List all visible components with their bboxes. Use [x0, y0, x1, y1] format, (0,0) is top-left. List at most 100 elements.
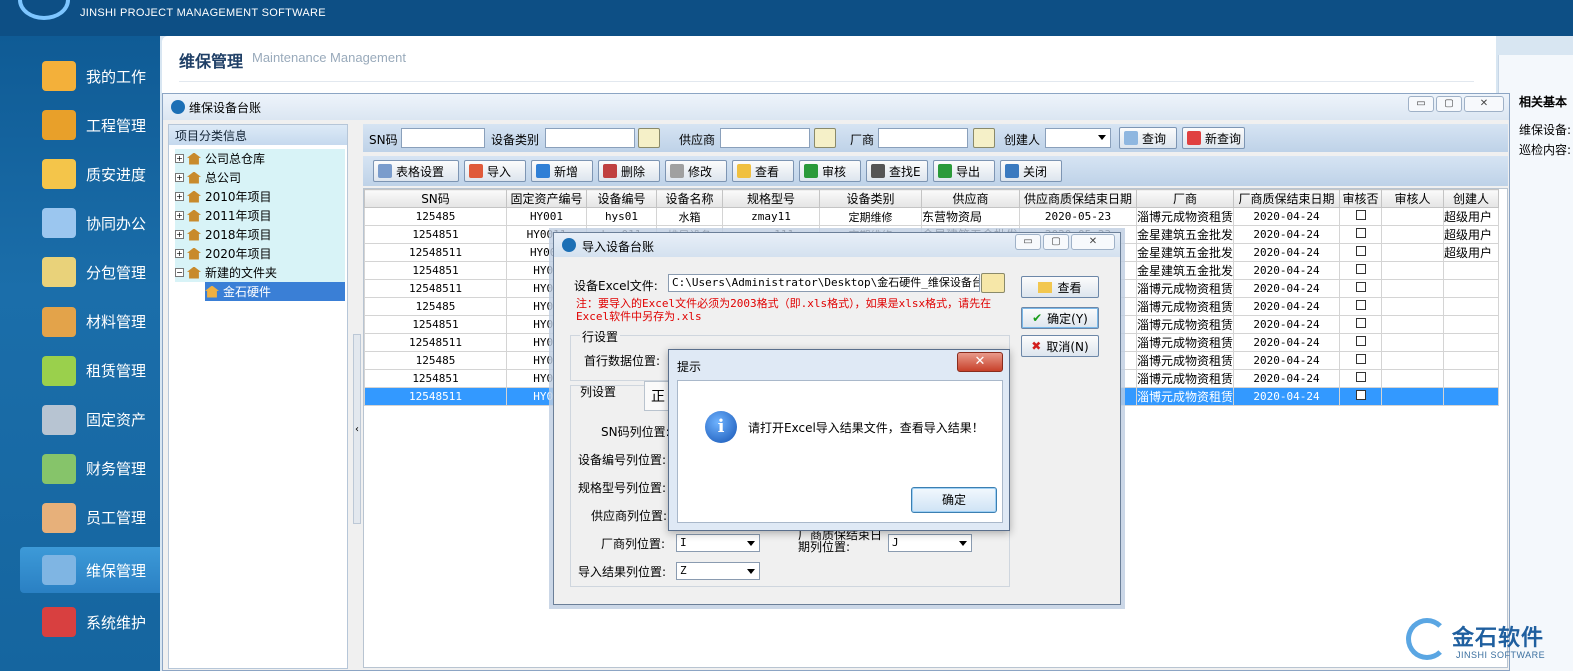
house-icon: [187, 266, 201, 279]
nav-item-6[interactable]: 租赁管理: [0, 348, 160, 394]
column-header[interactable]: 审核人: [1381, 189, 1445, 208]
nav-item-0[interactable]: 我的工作: [0, 53, 160, 99]
tree-node[interactable]: +2011年项目: [175, 206, 345, 225]
maker-picker-icon[interactable]: [973, 128, 995, 148]
column-header[interactable]: 厂商: [1135, 189, 1235, 208]
creator-select[interactable]: [1045, 128, 1111, 148]
expand-icon[interactable]: +: [175, 154, 184, 163]
column-header[interactable]: 设备编号: [586, 189, 657, 208]
tree-node[interactable]: 金石硬件: [205, 282, 345, 301]
expand-icon[interactable]: +: [175, 192, 184, 201]
maximize-button[interactable]: ▢: [1436, 96, 1462, 112]
message-ok-button[interactable]: 确定: [911, 487, 997, 513]
column-header[interactable]: 设备名称: [656, 189, 723, 208]
nav-item-11[interactable]: 系统维护: [0, 599, 160, 645]
minimize-button[interactable]: ▭: [1408, 96, 1434, 112]
maker-end-col-select[interactable]: J: [888, 534, 972, 552]
type-picker-icon[interactable]: [638, 128, 660, 148]
toolbar-button-8[interactable]: 导出: [933, 160, 995, 182]
sn-input[interactable]: [401, 128, 485, 148]
message-close-button[interactable]: ✕: [957, 352, 1003, 372]
table-row[interactable]: 125485 HY001 hys01 水箱 zmay11 定期维修 东营物资局 2020-05…: [364, 207, 1500, 226]
tree-node[interactable]: − 新建的文件夹: [175, 263, 345, 282]
approved-checkbox[interactable]: [1355, 336, 1366, 346]
nav-item-5[interactable]: 材料管理: [0, 299, 160, 345]
maker-col-select[interactable]: I: [676, 534, 760, 552]
approved-checkbox[interactable]: [1355, 300, 1366, 310]
nav-item-10[interactable]: 维保管理: [20, 547, 160, 593]
info-icon: i: [705, 411, 737, 443]
expand-icon[interactable]: +: [175, 173, 184, 182]
tree-node[interactable]: +2018年项目: [175, 225, 345, 244]
divider: [179, 81, 1474, 82]
column-header[interactable]: 厂商质保结束日期: [1233, 189, 1341, 208]
toolbar-button-4[interactable]: 修改: [665, 160, 727, 182]
column-header[interactable]: 供应商质保结束日期: [1019, 189, 1137, 208]
message-box: 提示 ✕ i 请打开Excel导入结果文件，查看导入结果！ 确定: [668, 349, 1010, 531]
approved-checkbox[interactable]: [1355, 264, 1366, 274]
import-dialog-titlebar[interactable]: 导入设备台账 ▭ ▢ ✕: [554, 233, 1120, 257]
toolbar-button-9[interactable]: 关闭: [1000, 160, 1062, 182]
table-cell: 淄博元成物资租赁: [1135, 315, 1235, 334]
open-folder-icon[interactable]: [981, 273, 1005, 293]
dialog-close-button[interactable]: ✕: [1071, 234, 1115, 250]
type-input[interactable]: [545, 128, 635, 148]
excel-file-input[interactable]: C:\Users\Administrator\Desktop\金石硬件_维保设备…: [668, 274, 980, 292]
nav-item-7[interactable]: 固定资产: [0, 397, 160, 443]
toolbar-button-6[interactable]: 审核: [799, 160, 861, 182]
tree-node[interactable]: +2020年项目: [175, 244, 345, 263]
nav-item-2[interactable]: 质安进度: [0, 151, 160, 197]
new-query-button[interactable]: 新查询: [1182, 127, 1245, 149]
nav-item-3[interactable]: 协同办公: [0, 200, 160, 246]
collapse-icon[interactable]: −: [175, 268, 184, 277]
tree-node[interactable]: + 总公司: [175, 168, 345, 187]
tree-node[interactable]: +2010年项目: [175, 187, 345, 206]
supplier-input[interactable]: [720, 128, 810, 148]
query-button[interactable]: 查询: [1119, 127, 1177, 149]
toolbar-button-3[interactable]: 删除: [598, 160, 660, 182]
creator-label: 创建人: [1004, 133, 1041, 147]
nav-item-4[interactable]: 分包管理: [0, 249, 160, 295]
dialog-minimize-button[interactable]: ▭: [1015, 234, 1041, 250]
cancel-button[interactable]: ✖ 取消(N): [1021, 335, 1099, 357]
supplier-picker-icon[interactable]: [814, 128, 836, 148]
toolbar-button-1[interactable]: 导入: [464, 160, 526, 182]
nav-item-9[interactable]: 员工管理: [0, 495, 160, 541]
view-button[interactable]: 查看: [1021, 276, 1099, 298]
close-button[interactable]: ✕: [1464, 96, 1504, 112]
approved-checkbox[interactable]: [1355, 282, 1366, 292]
result-col-select[interactable]: Z: [676, 562, 760, 580]
approved-checkbox[interactable]: [1355, 228, 1366, 238]
column-header[interactable]: 创建人: [1443, 189, 1500, 208]
table-cell: [1443, 333, 1500, 352]
column-header[interactable]: 审核否: [1339, 189, 1383, 208]
toolbar-button-5[interactable]: 查看: [732, 160, 794, 182]
column-header[interactable]: 固定资产编号: [506, 189, 587, 208]
approved-checkbox[interactable]: [1355, 246, 1366, 256]
expand-icon[interactable]: +: [175, 230, 184, 239]
dialog-maximize-button[interactable]: ▢: [1043, 234, 1069, 250]
toolbar-button-0[interactable]: 表格设置: [373, 160, 459, 182]
toolbar-button-7[interactable]: 查找E: [866, 160, 928, 182]
nav-item-8[interactable]: 财务管理: [0, 446, 160, 492]
approved-checkbox[interactable]: [1355, 354, 1366, 364]
approved-checkbox[interactable]: [1355, 390, 1366, 400]
nav-item-1[interactable]: 工程管理: [0, 102, 160, 148]
column-header[interactable]: 设备类别: [819, 189, 922, 208]
window-titlebar[interactable]: 维保设备台账 ▭ ▢ ✕: [163, 94, 1509, 120]
approved-checkbox[interactable]: [1355, 372, 1366, 382]
approved-checkbox[interactable]: [1355, 318, 1366, 328]
toolbar-button-2[interactable]: 新增: [531, 160, 593, 182]
approved-checkbox[interactable]: [1355, 210, 1366, 220]
column-header[interactable]: 供应商: [921, 189, 1020, 208]
column-header[interactable]: 规格型号: [722, 189, 820, 208]
splitter-handle[interactable]: ‹: [353, 334, 361, 524]
maker-input[interactable]: [878, 128, 968, 148]
confirm-button[interactable]: ✔ 确定(Y): [1021, 307, 1099, 329]
check-icon: ✔: [1032, 311, 1043, 325]
expand-icon[interactable]: +: [175, 211, 184, 220]
tree-node[interactable]: + 公司总仓库: [175, 149, 345, 168]
message-box-titlebar[interactable]: 提示 ✕: [669, 350, 1009, 380]
expand-icon[interactable]: +: [175, 249, 184, 258]
column-header[interactable]: SN码: [364, 189, 507, 208]
